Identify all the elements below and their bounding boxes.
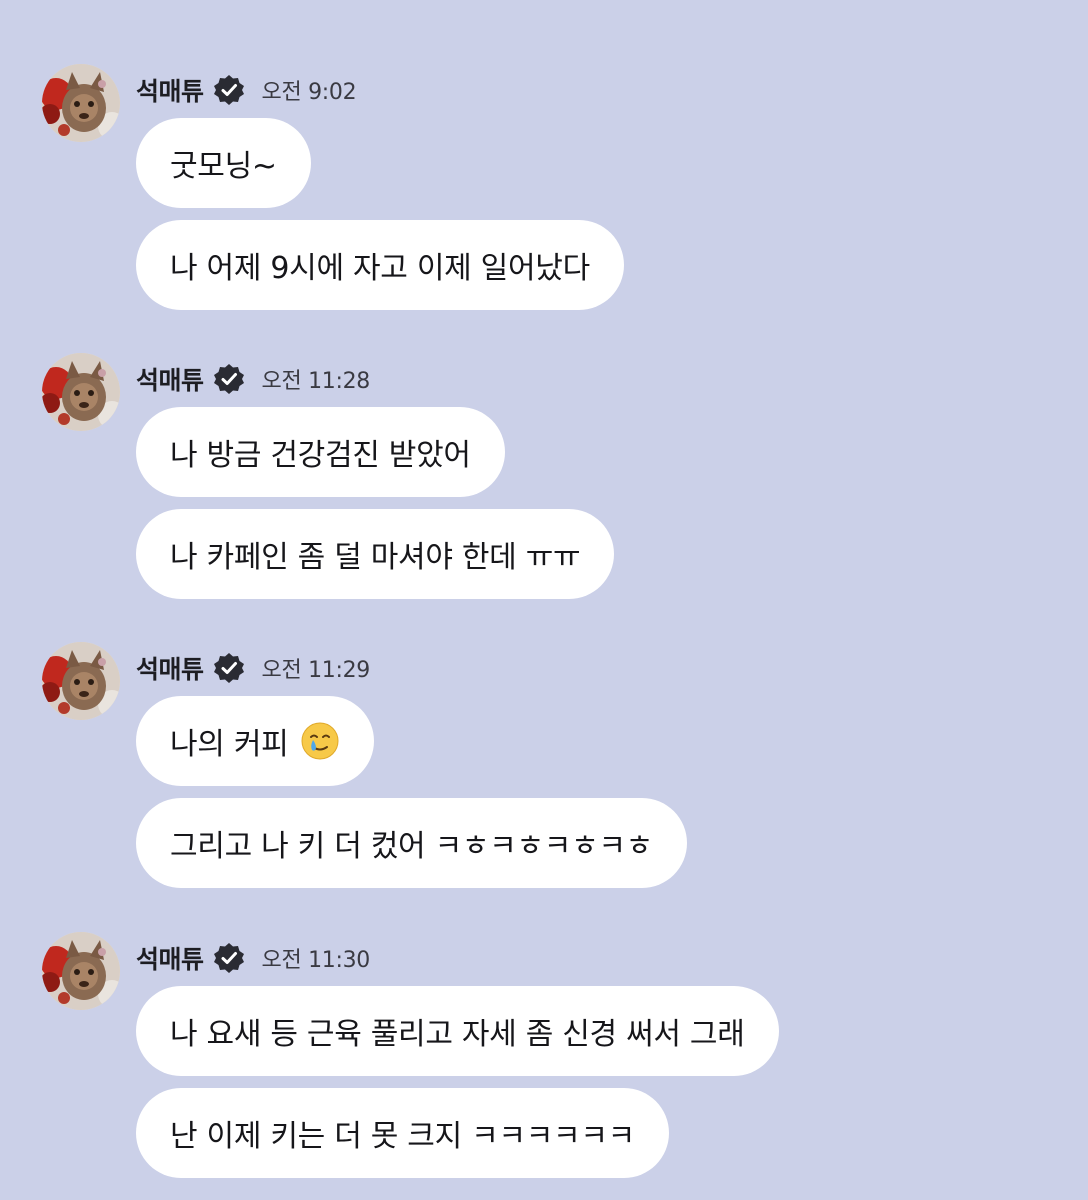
message-header: 석매튜 오전 11:30 bbox=[136, 940, 370, 976]
message-time: 오전 11:28 bbox=[261, 369, 371, 394]
message-bubble[interactable]: 나 방금 건강검진 받았어 bbox=[136, 407, 505, 497]
avatar[interactable] bbox=[42, 932, 120, 1010]
message-time: 오전 11:29 bbox=[261, 658, 371, 683]
sender-name[interactable]: 석매튜 bbox=[136, 72, 204, 108]
sender-name[interactable]: 석매튜 bbox=[136, 361, 204, 397]
message-bubble[interactable]: 나 카페인 좀 덜 마셔야 한데 ㅠㅠ bbox=[136, 509, 615, 599]
verified-badge-icon bbox=[212, 362, 246, 396]
verified-badge-icon bbox=[212, 941, 246, 975]
avatar[interactable] bbox=[42, 353, 120, 431]
message-bubble[interactable]: 나 요새 등 근육 풀리고 자세 좀 신경 써서 그래 bbox=[136, 986, 779, 1076]
message-bubble[interactable]: 나의 커피 bbox=[136, 696, 375, 786]
message-header: 석매튜 오전 11:29 bbox=[136, 650, 370, 686]
message-time: 오전 11:30 bbox=[261, 948, 371, 973]
message-header: 석매튜 오전 11:28 bbox=[136, 361, 370, 397]
verified-badge-icon bbox=[212, 73, 246, 107]
verified-badge-icon bbox=[212, 651, 246, 685]
sender-name[interactable]: 석매튜 bbox=[136, 650, 204, 686]
smiling-face-with-tear-emoji-icon bbox=[300, 721, 340, 761]
message-bubble[interactable]: 난 이제 키는 더 못 크지 ㅋㅋㅋㅋㅋㅋ bbox=[136, 1088, 669, 1178]
message-text: 나의 커피 bbox=[170, 727, 289, 762]
message-time: 오전 9:02 bbox=[261, 80, 357, 105]
message-bubble[interactable]: 나 어제 9시에 자고 이제 일어났다 bbox=[136, 220, 624, 310]
message-bubble[interactable]: 그리고 나 키 더 컸어 ㅋㅎㅋㅎㅋㅎㅋㅎ bbox=[136, 798, 687, 888]
avatar[interactable] bbox=[42, 642, 120, 720]
avatar[interactable] bbox=[42, 64, 120, 142]
message-header: 석매튜 오전 9:02 bbox=[136, 72, 357, 108]
sender-name[interactable]: 석매튜 bbox=[136, 940, 204, 976]
message-bubble[interactable]: 굿모닝~ bbox=[136, 118, 311, 208]
